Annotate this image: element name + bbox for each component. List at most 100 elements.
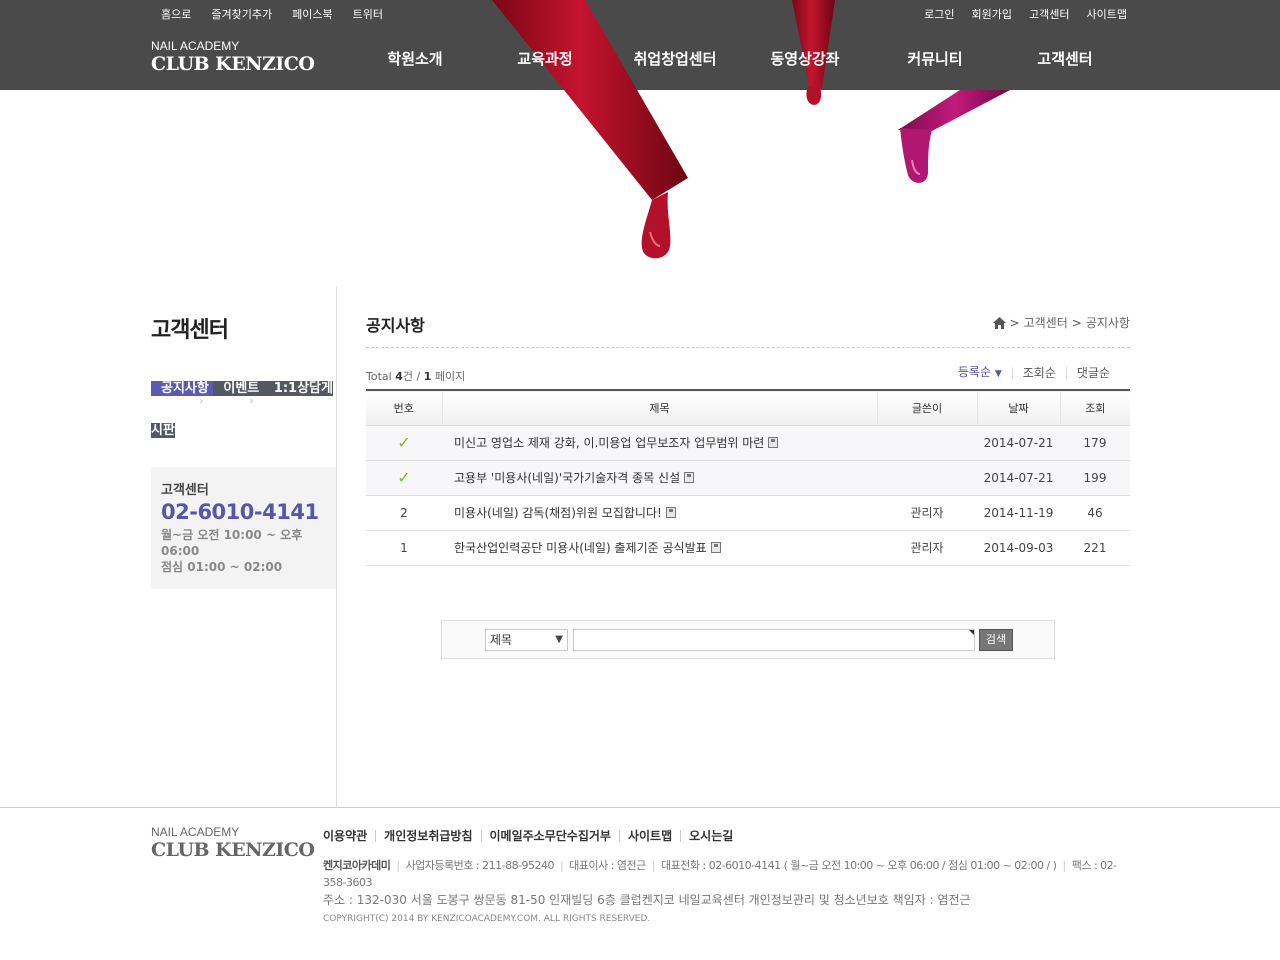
footer-brand: 켄지코아카데미 [323,859,391,872]
home-link[interactable]: 홈으로 [161,6,191,22]
search-button[interactable]: 검색 [979,629,1013,651]
site-logo[interactable]: NAIL ACADEMY CLUB KENZICO [151,39,315,76]
sidebar-item-label: 이벤트 [223,381,260,396]
sort-by-date[interactable]: 등록순 ▼ [948,366,1012,380]
contact-title: 고객센터 [161,483,209,498]
footer-sitemap-link[interactable]: 사이트맵 [618,830,680,842]
row-subject: 미신고 영업소 제재 강화, 이.미용업 업무보조자 업무범위 마련 [442,425,877,461]
contact-box: 고객센터 02-6010-4141 월~금 오전 10:00 ~ 오후 06:0… [151,467,336,589]
table-row: 1 한국산업인력공단 미용사(네일) 출제기준 공식발표 관리자 2014-09… [366,530,1130,566]
sidebar-item-event[interactable]: 이벤트 › [213,381,264,407]
breadcrumb-customer-center[interactable]: 고객센터 [1024,314,1068,331]
file-attachment-icon [684,472,695,483]
col-number: 번호 [366,390,442,426]
chevron-right-icon: › [199,396,204,407]
breadcrumb-separator: > [1071,315,1082,330]
sidebar-divider [336,287,337,807]
breadcrumb-separator: > [1009,315,1020,330]
footer-links: 이용약관 개인정보취급방침 이메일주소무단수집거부 사이트맵 오시는길 [323,830,741,842]
row-writer: 관리자 [877,495,977,531]
check-icon: ✓ [397,433,411,452]
nav-customer-center[interactable]: 고객센터 [1000,48,1130,69]
facebook-link[interactable]: 페이스북 [292,6,332,22]
post-title-link[interactable]: 한국산업인력공단 미용사(네일) 출제기준 공식발표 [454,541,707,555]
sort-by-views[interactable]: 조회순 [1011,367,1066,379]
row-views: 199 [1060,460,1130,496]
row-writer: 관리자 [877,530,977,566]
sidebar-item-notice[interactable]: 공지사항 › [151,381,214,407]
footer-address: 주소 : 132-030 서울 도봉구 쌍문동 81-50 인재빌딩 6층 클럽… [323,893,971,907]
post-title-link[interactable]: 고용부 '미용사(네일)'국가기술자격 종목 신설 [454,471,680,485]
caret-down-icon: ▼ [994,369,1002,379]
footer-terms-link[interactable]: 이용약관 [323,830,375,842]
sort-label: 등록순 [957,365,991,379]
bookmark-link[interactable]: 즐겨찾기추가 [211,6,272,22]
total-pages-unit: 페이지 [434,370,466,383]
footer-logo-subtitle: NAIL ACADEMY [151,825,240,839]
search-field-select[interactable]: 제목 ▼ [485,629,568,651]
row-date: 2014-07-21 [977,460,1060,496]
sort-by-comments[interactable]: 댓글순 [1065,367,1120,379]
sitemap-link[interactable]: 사이트맵 [1087,6,1127,22]
customer-center-link[interactable]: 고객센터 [1029,6,1069,22]
contact-phone: 02-6010-4141 [161,500,319,524]
footer-phone: 대표전화 : 02-6010-4141 ( 월~금 오전 10:00 ~ 오후 … [661,859,1057,872]
total-pages-value: 1 [423,370,432,383]
twitter-link[interactable]: 트위터 [353,6,383,22]
total-count: Total 4건 / 1 페이지 [366,368,465,384]
col-writer: 글쓴이 [876,390,977,426]
row-date: 2014-07-21 [977,425,1060,461]
file-attachment-icon [665,507,676,518]
search-select-value: 제목 [490,633,513,647]
nav-career-center[interactable]: 취업창업센터 [610,48,740,69]
site-header: 홈으로 즐겨찾기추가 페이스북 트위터 로그인 회원가입 고객센터 사이트맵 N… [0,0,1280,90]
table-row: ✓ 미신고 영업소 제재 강화, 이.미용업 업무보조자 업무범위 마련 201… [366,425,1130,461]
contact-lunch-hours: 점심 01:00 ~ 02:00 [161,560,283,574]
col-date: 날짜 [976,390,1060,426]
sort-options: 등록순 ▼ 조회순 댓글순 [948,366,1120,380]
nav-courses[interactable]: 교육과정 [480,48,610,69]
row-views: 179 [1060,425,1130,461]
row-date: 2014-11-19 [977,495,1060,531]
footer-directions-link[interactable]: 오시는길 [680,830,741,842]
logo-title: CLUB KENZICO [151,53,315,75]
table-row: 2 미용사(네일) 감독(채점)위원 모집합니다! 관리자 2014-11-19… [366,495,1130,531]
sidebar: 고객센터 공지사항 › 이벤트 › 1:1상담게시판 › 고객센터 02-601… [151,287,336,589]
footer-copyright: COPYRIGHT(C) 2014 BY KENZICOACADEMY.COM.… [323,914,651,924]
breadcrumb-notice[interactable]: 공지사항 [1086,314,1130,331]
table-row: ✓ 고용부 '미용사(네일)'국가기술자격 종목 신설 2014-07-21 1… [366,460,1130,496]
table-header: 번호 제목 글쓴이 날짜 조회 [366,390,1130,426]
sidebar-title: 고객센터 [151,318,229,343]
total-count-value: 4 [395,370,403,383]
row-subject: 한국산업인력공단 미용사(네일) 출제기준 공식발표 [442,530,877,566]
search-input[interactable] [573,629,975,651]
home-icon[interactable] [992,316,1006,329]
row-views: 221 [1060,530,1130,566]
footer-privacy-link[interactable]: 개인정보취급방침 [375,830,480,842]
contact-hours: 월~금 오전 10:00 ~ 오후 06:00 [161,528,303,558]
page-title: 공지사항 [366,316,425,335]
post-title-link[interactable]: 미용사(네일) 감독(채점)위원 모집합니다! [454,506,662,520]
search-bar: 제목 ▼ 검색 [441,620,1055,659]
sidebar-menu: 공지사항 › 이벤트 › 1:1상담게시판 › [151,368,336,452]
nav-video-lectures[interactable]: 동영상강좌 [740,48,870,69]
post-title-link[interactable]: 미신고 영업소 제재 강화, 이.미용업 업무보조자 업무범위 마련 [454,436,764,450]
row-number: 1 [366,530,442,566]
top-links-left: 홈으로 즐겨찾기추가 페이스북 트위터 [161,6,383,22]
nav-community[interactable]: 커뮤니티 [870,48,1000,69]
chevron-down-icon: ▼ [555,634,563,645]
top-links-right: 로그인 회원가입 고객센터 사이트맵 [924,6,1127,22]
logo-subtitle: NAIL ACADEMY [151,39,240,53]
total-separator: / [416,370,421,383]
join-link[interactable]: 회원가입 [972,6,1012,22]
login-link[interactable]: 로그인 [924,6,954,22]
footer-logo[interactable]: NAIL ACADEMY CLUB KENZICO [151,825,315,862]
nav-academy-intro[interactable]: 학원소개 [350,48,480,69]
row-writer [877,425,977,461]
total-count-unit: 건 [402,370,413,383]
breadcrumb: > 고객센터 > 공지사항 [992,314,1130,331]
row-writer [877,460,977,496]
file-attachment-icon [710,542,721,553]
footer-email-refuse-link[interactable]: 이메일주소무단수집거부 [480,830,619,842]
file-attachment-icon [768,437,779,448]
